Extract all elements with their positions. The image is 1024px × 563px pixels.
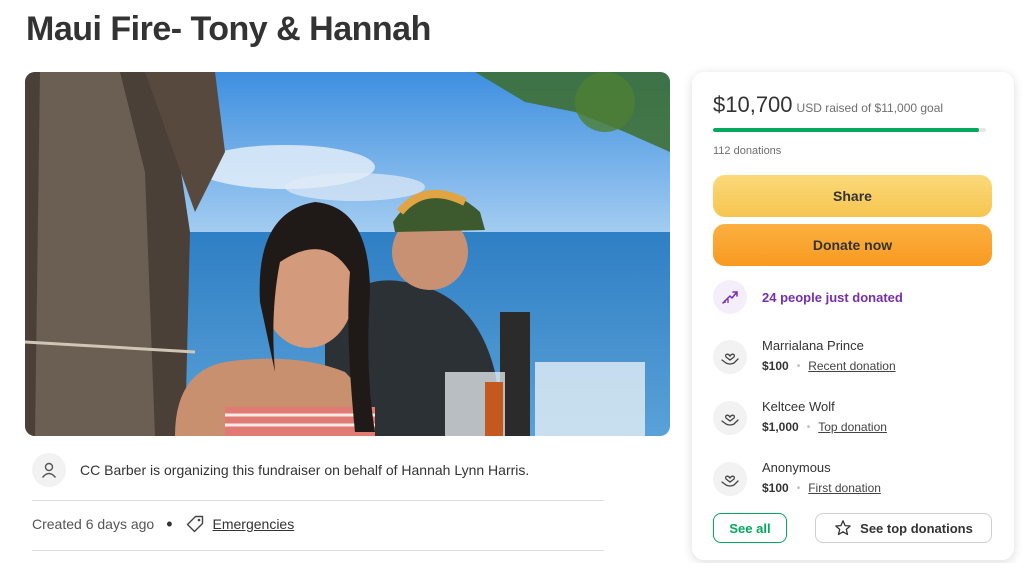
recent-donations-text: 24 people just donated [762, 289, 903, 305]
created-date: Created 6 days ago [32, 516, 155, 532]
divider [32, 500, 604, 501]
donate-now-button[interactable]: Donate now [713, 224, 992, 266]
see-top-donations-button[interactable]: See top donations [815, 513, 992, 543]
organizer-row: CC Barber is organizing this fundraiser … [32, 452, 604, 488]
progress-fill [713, 128, 979, 132]
trending-up-icon [713, 280, 747, 314]
donor-name: Anonymous [762, 460, 831, 475]
donation-card: $10,700 USD raised of $11,000 goal 112 d… [692, 72, 1014, 560]
hero-image [25, 72, 670, 436]
see-all-button[interactable]: See all [713, 513, 787, 543]
donor-name: Keltcee Wolf [762, 399, 835, 414]
category-link[interactable]: Emergencies [213, 516, 295, 532]
organizer-text: CC Barber is organizing this fundraiser … [80, 462, 530, 478]
raised-summary: $10,700 USD raised of $11,000 goal [713, 92, 943, 118]
donor-amount: $100 [762, 359, 789, 373]
donor-amount: $1,000 [762, 420, 799, 434]
see-top-donations-label: See top donations [860, 520, 973, 536]
page-title: Maui Fire- Tony & Hannah [26, 10, 431, 48]
donation-type-link[interactable]: Top donation [818, 420, 887, 434]
donor-item: Anonymous $100 • First donation [713, 460, 881, 496]
star-icon [834, 519, 852, 537]
donor-separator: • [796, 482, 801, 494]
donor-name: Marrialana Prince [762, 338, 864, 353]
raised-amount: $10,700 [713, 92, 793, 117]
heart-hand-icon [713, 340, 747, 374]
divider [32, 550, 604, 551]
heart-hand-icon [713, 401, 747, 435]
donations-count: 112 donations [713, 145, 782, 157]
donation-type-link[interactable]: First donation [808, 481, 881, 495]
person-icon [32, 453, 66, 487]
recent-donations-notice: 24 people just donated [713, 280, 903, 314]
meta-separator: • [166, 514, 173, 534]
tag-icon [185, 514, 205, 534]
donor-separator: • [806, 421, 811, 433]
fundraiser-meta: Created 6 days ago • Emergencies [32, 514, 294, 534]
donor-item: Marrialana Prince $100 • Recent donation [713, 338, 896, 374]
donor-amount: $100 [762, 481, 789, 495]
donor-separator: • [796, 360, 801, 372]
hero-photo[interactable] [25, 72, 670, 436]
heart-hand-icon [713, 462, 747, 496]
share-button[interactable]: Share [713, 175, 992, 217]
raised-goal: USD raised of $11,000 goal [796, 101, 944, 115]
progress-bar [713, 128, 986, 132]
donation-type-link[interactable]: Recent donation [808, 359, 895, 373]
donor-item: Keltcee Wolf $1,000 • Top donation [713, 399, 887, 435]
